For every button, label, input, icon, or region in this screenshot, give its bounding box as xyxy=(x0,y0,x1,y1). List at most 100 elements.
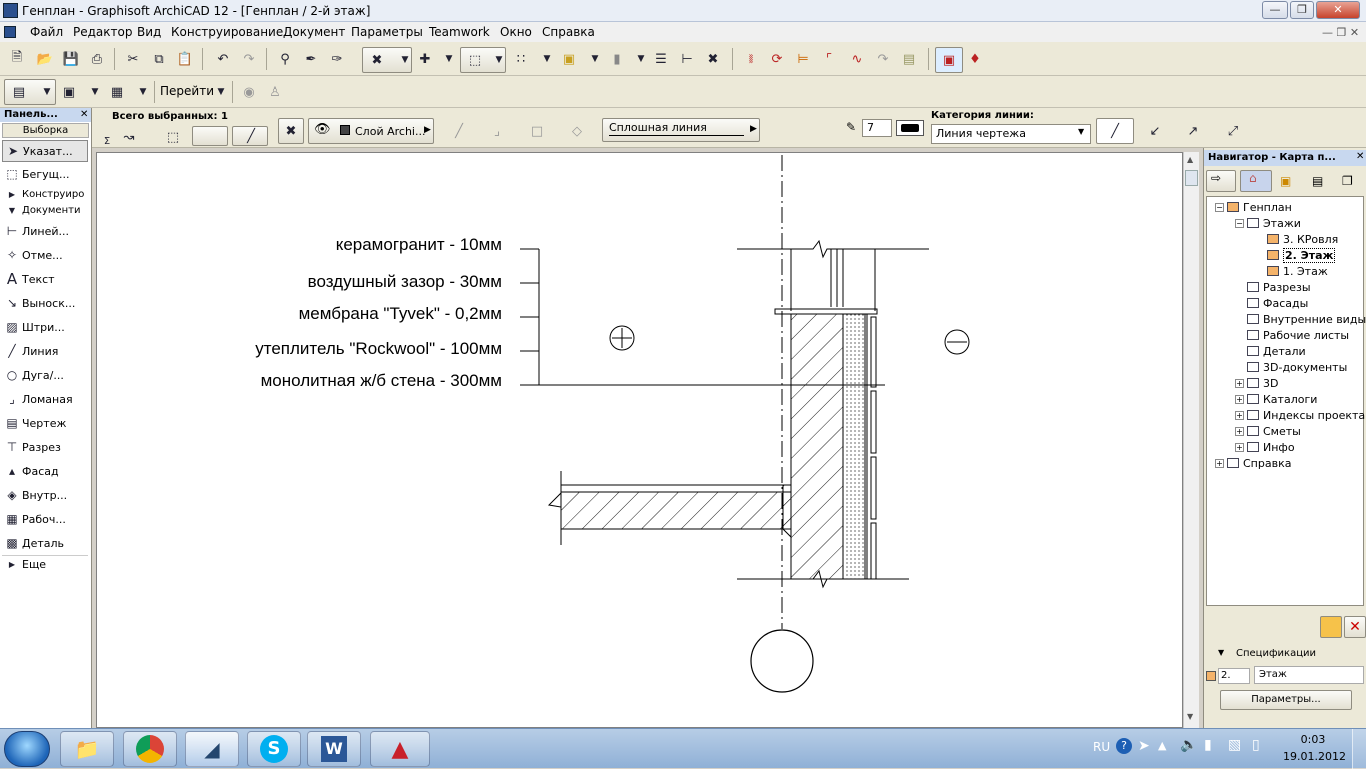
pen-color-swatch[interactable] xyxy=(896,120,924,136)
close-x-icon[interactable]: ✖ xyxy=(702,48,724,70)
tool-elevation[interactable]: ▴ Фасад xyxy=(2,460,88,482)
delete-view-button[interactable]: ✕ xyxy=(1344,616,1366,638)
taskbar-archicad[interactable]: ◢ xyxy=(185,731,239,767)
close-icon[interactable]: ✕ xyxy=(1356,151,1364,162)
publisher-icon[interactable]: ❐ xyxy=(1342,174,1353,188)
help-icon[interactable]: ? xyxy=(1116,738,1132,754)
folder-icon[interactable]: ▣ xyxy=(1280,174,1291,188)
speaker-icon[interactable]: 🔈 xyxy=(1180,737,1197,753)
marquee-icon[interactable]: ⬚ xyxy=(162,126,184,148)
close-button[interactable]: ✕ xyxy=(1316,1,1360,19)
params-button[interactable]: Параметры... xyxy=(1220,690,1352,710)
chevron-down-icon[interactable]: ▼ xyxy=(438,48,460,70)
menu-teamwork[interactable]: Teamwork xyxy=(423,22,496,42)
new-view-button[interactable] xyxy=(1320,616,1342,638)
line-icon[interactable]: ╱ xyxy=(448,120,470,142)
rotated-rectangle-icon[interactable]: ◇ xyxy=(566,120,588,142)
taskbar-explorer[interactable]: 📁 xyxy=(60,731,114,767)
layer-bin-icon[interactable]: ▮ xyxy=(606,48,628,70)
intersect-icon[interactable]: ⧚ xyxy=(740,48,762,70)
menu-document[interactable]: Документ xyxy=(277,22,351,42)
archicad-app-icon[interactable] xyxy=(3,3,18,18)
chevron-down-icon[interactable]: ▼ xyxy=(584,48,606,70)
print-icon[interactable]: ⎙ xyxy=(86,48,108,70)
minimize-button[interactable]: — xyxy=(1262,1,1288,19)
cut-icon[interactable]: ✂ xyxy=(122,48,144,70)
undo-icon[interactable]: ↶ xyxy=(212,48,234,70)
fillet-icon[interactable]: ↷ xyxy=(872,48,894,70)
expand-icon[interactable]: + xyxy=(1235,411,1244,420)
expand-icon[interactable]: + xyxy=(1215,459,1224,468)
menu-edit[interactable]: Редактор xyxy=(67,22,138,42)
pen-number-field[interactable]: 7 xyxy=(862,119,892,137)
tree-item-elevations[interactable]: Фасады xyxy=(1247,295,1308,311)
battery-icon[interactable]: ▯ xyxy=(1252,737,1260,753)
cursor-icon[interactable]: ➤ xyxy=(1138,738,1150,754)
tool-arc[interactable]: ○ Дуга/... xyxy=(2,364,88,386)
scroll-up-icon[interactable]: ▲ xyxy=(1187,155,1193,164)
tool-label[interactable]: ↘ Выноск... xyxy=(2,292,88,314)
paste-icon[interactable]: 📋 xyxy=(174,48,196,70)
view-map-button[interactable]: ⌂ xyxy=(1240,170,1272,192)
goto-label[interactable]: Перейти xyxy=(160,84,214,98)
walk-icon[interactable]: ♙ xyxy=(264,81,286,103)
layers-icon[interactable]: ▣ xyxy=(558,48,580,70)
tree-item-story-1[interactable]: 1. Этаж xyxy=(1267,263,1328,279)
new-file-icon[interactable]: 🗎 xyxy=(6,48,28,70)
scroll-down-icon[interactable]: ▼ xyxy=(1187,712,1193,721)
rectangle-icon[interactable]: □ xyxy=(526,120,548,142)
chevron-down-icon[interactable]: ▼ xyxy=(1218,648,1224,657)
language-indicator[interactable]: RU xyxy=(1093,740,1110,754)
chevron-down-icon[interactable]: ▼ xyxy=(394,49,416,71)
expand-icon[interactable]: + xyxy=(1235,379,1244,388)
arrow-start-icon[interactable]: ↙ xyxy=(1144,120,1166,142)
chevron-down-icon[interactable]: ▼ xyxy=(630,48,652,70)
network-signal-icon[interactable]: ▧ xyxy=(1228,737,1241,753)
tool-text[interactable]: A Текст xyxy=(2,268,88,290)
offset-icon[interactable]: ▤ xyxy=(898,48,920,70)
split-icon[interactable]: ⊨ xyxy=(792,48,814,70)
group-more[interactable]: ▶ Еще xyxy=(2,555,88,573)
arrow-end-icon[interactable]: ↗ xyxy=(1182,120,1204,142)
open-file-icon[interactable]: 📂 xyxy=(34,48,56,70)
redo-icon[interactable]: ↷ xyxy=(238,48,260,70)
start-button[interactable] xyxy=(4,731,50,767)
trim-icon[interactable]: ⟳ xyxy=(766,48,788,70)
arrow-both-icon[interactable]: ⤢ xyxy=(1222,120,1244,142)
syringe-icon[interactable]: ✑ xyxy=(326,48,348,70)
scroll-thumb[interactable] xyxy=(1185,170,1198,186)
menu-view[interactable]: Вид xyxy=(131,22,167,42)
tree-item-details[interactable]: Детали xyxy=(1247,343,1306,359)
expand-icon[interactable]: + xyxy=(1235,443,1244,452)
tree-item-worksheets[interactable]: Рабочие листы xyxy=(1247,327,1349,343)
taskbar-word[interactable]: W xyxy=(307,731,361,767)
tree-item-lists[interactable]: Сметы xyxy=(1247,423,1301,439)
chevron-down-icon[interactable]: ▼ xyxy=(536,48,558,70)
expand-icon[interactable]: + xyxy=(1235,427,1244,436)
tool-polyline[interactable]: ⌟ Ломаная xyxy=(2,388,88,410)
geometry-method-button[interactable] xyxy=(192,126,228,146)
show-desktop-button[interactable] xyxy=(1352,729,1366,769)
eyedropper-icon[interactable]: ✒ xyxy=(300,48,322,70)
tool-worksheet[interactable]: ▦ Рабоч... xyxy=(2,508,88,530)
tool-section[interactable]: ⊤ Разрез xyxy=(2,436,88,458)
adjust-icon[interactable]: ⌜ xyxy=(818,48,840,70)
tool-interior-elevation[interactable]: ◈ Внутр... xyxy=(2,484,88,506)
chevron-down-icon[interactable]: ▼ xyxy=(84,81,106,103)
tree-item-schedules[interactable]: Каталоги xyxy=(1247,391,1317,407)
project-map-button[interactable]: ⇨ xyxy=(1206,170,1236,192)
tree-item-story-2[interactable]: 2. Этаж xyxy=(1267,247,1336,263)
canvas-vertical-scrollbar[interactable]: ▲ ▼ xyxy=(1183,152,1199,728)
chevron-down-icon[interactable]: ▼ xyxy=(36,81,58,103)
clock-date[interactable]: 19.01.2012 xyxy=(1283,750,1346,763)
clock-time[interactable]: 0:03 xyxy=(1283,733,1343,746)
tree-item-3d[interactable]: 3D xyxy=(1247,375,1278,391)
tool-drawing[interactable]: ▤ Чертеж xyxy=(2,412,88,434)
group-document[interactable]: ▼ Документи xyxy=(2,201,88,219)
tree-item-stories[interactable]: Этажи xyxy=(1247,215,1301,231)
close-icon[interactable]: ✕ xyxy=(80,108,88,122)
collapse-icon[interactable]: − xyxy=(1235,219,1244,228)
mdi-controls[interactable]: — ❐ ✕ xyxy=(1322,26,1359,39)
curve-icon[interactable]: ∿ xyxy=(846,48,868,70)
usb-icon[interactable]: ▮ xyxy=(1204,737,1212,753)
